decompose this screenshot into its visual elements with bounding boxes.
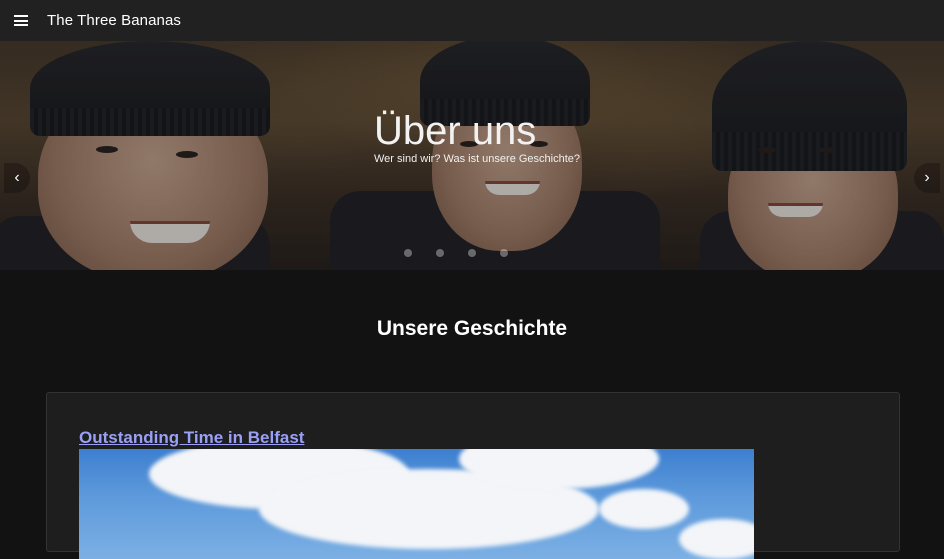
carousel-indicators — [404, 249, 508, 257]
app-title: The Three Bananas — [47, 12, 182, 29]
carousel-dot[interactable] — [500, 249, 508, 257]
chevron-left-icon: ‹ — [14, 169, 20, 186]
story-title-link[interactable]: Outstanding Time in Belfast — [79, 428, 304, 448]
app-bar: The Three Bananas — [0, 0, 944, 41]
section-title: Unsere Geschichte — [376, 317, 568, 340]
hero-carousel: Über uns Wer sind wir? Was ist unsere Ge… — [0, 41, 944, 270]
carousel-dot[interactable] — [436, 249, 444, 257]
carousel-dot[interactable] — [404, 249, 412, 257]
hero-subtitle: Wer sind wir? Was ist unsere Geschichte? — [374, 153, 581, 165]
chevron-right-icon: › — [924, 169, 930, 186]
carousel-dot[interactable] — [468, 249, 476, 257]
carousel-next-button[interactable]: › — [914, 163, 940, 193]
hero-title: Über uns — [374, 109, 537, 153]
story-image[interactable] — [79, 449, 754, 559]
story-card: Outstanding Time in Belfast — [46, 392, 900, 559]
menu-icon[interactable] — [14, 15, 28, 26]
hero-caption: Über uns Wer sind wir? Was ist unsere Ge… — [374, 109, 580, 165]
